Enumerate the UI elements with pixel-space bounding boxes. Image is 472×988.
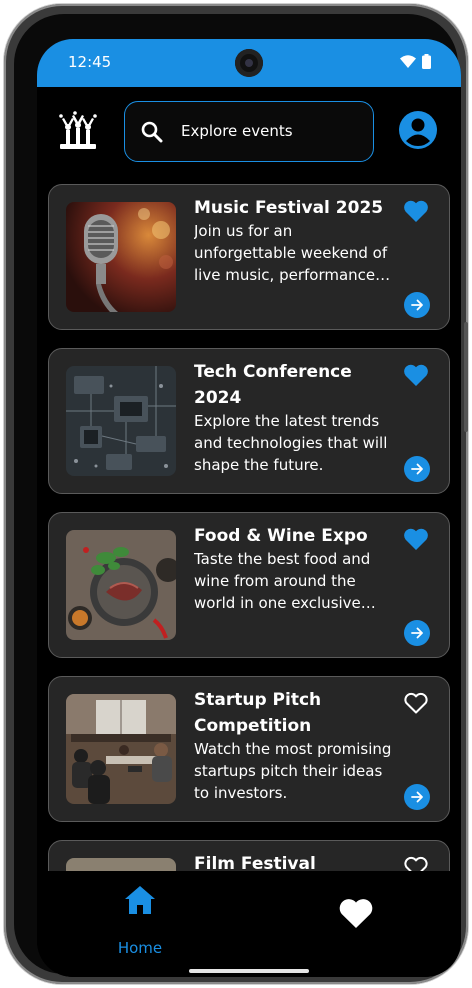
home-indicator[interactable] — [189, 969, 309, 973]
favorite-outline-heart-icon[interactable] — [403, 855, 429, 871]
event-image-film — [66, 858, 176, 871]
event-title: Startup Pitch Competition — [194, 690, 322, 736]
app-logo-icon[interactable] — [57, 110, 99, 152]
top-bar: Explore events — [37, 87, 461, 177]
status-bar: 12:45 — [37, 39, 461, 87]
event-description: Join us for an unforgettable weekend of … — [194, 222, 388, 284]
arrow-right-icon — [411, 627, 423, 639]
event-description: Explore the latest trends and technologi… — [194, 412, 388, 474]
event-card[interactable]: Food & Wine Expo Taste the best food and… — [48, 512, 450, 658]
battery-icon — [422, 54, 431, 69]
phone-frame: 12:45 Explore events Music Festival 2025… — [4, 4, 468, 984]
event-image-meeting-room — [66, 694, 176, 804]
phone-bezel: 12:45 Explore events Music Festival 2025… — [14, 14, 461, 977]
event-card[interactable]: Tech Conference 2024 Explore the latest … — [48, 348, 450, 494]
arrow-right-icon — [411, 299, 423, 311]
event-image-circuit-board — [66, 366, 176, 476]
front-camera — [235, 49, 263, 77]
event-image-microphone — [66, 202, 176, 312]
nav-favorites-heart-icon[interactable] — [338, 897, 374, 929]
open-event-button[interactable] — [404, 784, 430, 810]
event-title: Music Festival 2025 — [194, 198, 384, 218]
favorite-filled-heart-icon[interactable] — [403, 363, 429, 387]
event-description: Taste the best food and wine from around… — [194, 550, 371, 612]
event-list[interactable]: Music Festival 2025 Join us for an unfor… — [37, 184, 461, 871]
app-screen: 12:45 Explore events Music Festival 2025… — [37, 39, 461, 977]
profile-avatar-icon[interactable] — [399, 111, 437, 149]
status-time: 12:45 — [68, 53, 112, 71]
event-title: Film Festival — [194, 854, 316, 871]
status-icons — [400, 54, 431, 69]
arrow-right-icon — [411, 791, 423, 803]
open-event-button[interactable] — [404, 292, 430, 318]
home-icon — [125, 886, 155, 914]
wifi-icon — [400, 55, 416, 68]
favorite-filled-heart-icon[interactable] — [403, 199, 429, 223]
event-description: Watch the most promising startups pitch … — [194, 740, 392, 802]
volume-button — [464, 322, 468, 432]
open-event-button[interactable] — [404, 620, 430, 646]
event-title: Food & Wine Expo — [194, 526, 368, 546]
bottom-navigation: Home — [37, 871, 461, 977]
event-card[interactable]: Startup Pitch Competition Watch the most… — [48, 676, 450, 822]
nav-home-label: Home — [117, 939, 163, 957]
event-card[interactable]: Music Festival 2025 Join us for an unfor… — [48, 184, 450, 330]
event-card[interactable]: Film Festival — [48, 840, 450, 871]
open-event-button[interactable] — [404, 456, 430, 482]
arrow-right-icon — [411, 463, 423, 475]
search-bar[interactable]: Explore events — [124, 101, 374, 162]
favorite-outline-heart-icon[interactable] — [403, 691, 429, 715]
search-icon — [141, 121, 163, 143]
search-input[interactable]: Explore events — [181, 122, 293, 140]
event-title: Tech Conference 2024 — [194, 362, 352, 408]
favorite-filled-heart-icon[interactable] — [403, 527, 429, 551]
event-image-food-plate — [66, 530, 176, 640]
nav-home[interactable]: Home — [105, 881, 175, 957]
